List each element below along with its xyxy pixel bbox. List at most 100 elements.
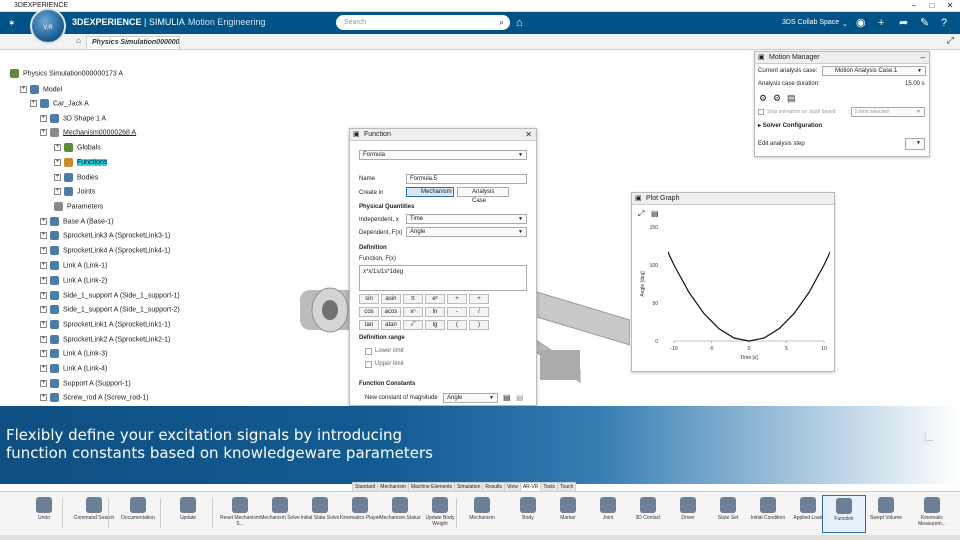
tree-node[interactable]: + SprocketLink2 A (SprocketLink2-1)	[40, 335, 170, 345]
tree-node[interactable]: + SprocketLink4 A (SprocketLink4-1)	[40, 246, 170, 256]
horizontal-scrollbar[interactable]	[0, 535, 960, 540]
expand-toggle-icon[interactable]: +	[40, 262, 47, 269]
tools-icon[interactable]: ✎	[920, 16, 929, 30]
tree-node[interactable]: + Screw_rod A (Screw_rod-1)	[40, 393, 149, 403]
tree-node[interactable]: + Globals	[54, 143, 101, 153]
search-input[interactable]: Search ⌕	[336, 15, 510, 30]
chevron-down-icon[interactable]: ⌄	[842, 18, 848, 32]
expand-toggle-icon[interactable]: +	[40, 247, 47, 254]
tool-swept-volume[interactable]: Swept Volume	[864, 495, 908, 533]
new-constant-select[interactable]: Angle ▼	[443, 393, 498, 403]
expand-toggle-icon[interactable]: +	[20, 86, 27, 93]
formula-key[interactable]: atan	[381, 320, 401, 330]
formula-key[interactable]: sin	[359, 294, 379, 304]
formula-key[interactable]: +	[447, 294, 467, 304]
tool-3d-contact[interactable]: 3D Contact	[626, 495, 670, 533]
expand-toggle-icon[interactable]: +	[54, 174, 61, 181]
lower-limit-checkbox[interactable]	[365, 348, 372, 355]
tree-node[interactable]: +3D Shape 1 A	[40, 114, 106, 124]
tree-node[interactable]: + Side_1_support A (Side_1_support-1)	[40, 291, 180, 301]
tool-update[interactable]: Update	[166, 495, 210, 533]
export-icon[interactable]: ▤	[787, 93, 796, 104]
tool-marker[interactable]: Marker	[546, 495, 590, 533]
formula-key[interactable]: (	[447, 320, 467, 330]
play-settings-icon[interactable]: ⚙	[759, 93, 767, 104]
expand-icon[interactable]: ⤢	[947, 35, 954, 46]
create-in-mechanism-button[interactable]: Mechanism	[406, 187, 454, 197]
formula-key[interactable]: asin	[381, 294, 401, 304]
export-chart-icon[interactable]: ▤	[651, 209, 659, 218]
tree-node[interactable]: + Support A (Support-1)	[40, 379, 131, 389]
tool-mechanism[interactable]: Mechanism	[460, 495, 504, 533]
stop-animation-select[interactable]: 5 item selected ▼	[851, 107, 925, 117]
tool-state-set[interactable]: State Set	[706, 495, 750, 533]
tree-node[interactable]: + Link A (Link-4)	[40, 364, 107, 374]
function-type-select[interactable]: Formula ▼	[359, 150, 527, 160]
formula-key[interactable]: )	[469, 320, 489, 330]
dependent-select[interactable]: Angle ▼	[406, 227, 527, 237]
expand-toggle-icon[interactable]: +	[54, 144, 61, 151]
expand-toggle-icon[interactable]: +	[40, 380, 47, 387]
analysis-case-select[interactable]: Motion Analysis Case.1 ▼	[822, 66, 926, 76]
formula-key[interactable]: xⁿ	[403, 307, 423, 317]
tree-node[interactable]: + Link A (Link-3)	[40, 349, 107, 359]
share-icon[interactable]: ➦	[899, 16, 908, 30]
tool-body[interactable]: Body	[506, 495, 550, 533]
formula-key[interactable]: -	[447, 307, 467, 317]
tool-documentation[interactable]: Documentation	[116, 495, 160, 533]
tool-function[interactable]: Function	[822, 495, 866, 533]
expand-toggle-icon[interactable]: +	[40, 321, 47, 328]
tab-physics-simulation[interactable]: Physics Simulation000000173	[86, 36, 180, 49]
expand-toggle-icon[interactable]: +	[40, 115, 47, 122]
expand-toggle-icon[interactable]: +	[40, 292, 47, 299]
tool-mechanism-status[interactable]: Mechanism Status	[378, 495, 422, 533]
function-formula-input[interactable]: x*x/1s/1s*1deg	[359, 265, 527, 291]
expand-toggle-icon[interactable]: +	[40, 350, 47, 357]
tree-node[interactable]: + Mechanism00000268 A	[40, 128, 136, 138]
function-panel-header[interactable]: ▣ Function ✕	[350, 129, 536, 141]
tool-initial-state-solve[interactable]: Initial State Solve	[298, 495, 342, 533]
maximize-icon[interactable]: □	[924, 0, 940, 12]
formula-key[interactable]: acos	[381, 307, 401, 317]
formula-key[interactable]: +	[469, 294, 489, 304]
minimize-icon[interactable]: –	[921, 52, 925, 64]
tool-command-search[interactable]: Command Search	[72, 495, 116, 533]
edit-analysis-step-button[interactable]: ▼	[905, 138, 925, 150]
tool-joint[interactable]: Joint	[586, 495, 630, 533]
tree-node[interactable]: + Joints	[54, 187, 95, 197]
tool-driver[interactable]: Driver	[666, 495, 710, 533]
expand-toggle-icon[interactable]: +	[40, 232, 47, 239]
formula-key[interactable]: eˣ	[425, 294, 445, 304]
tree-node[interactable]: Physics Simulation000000173 A	[10, 69, 123, 79]
tree-node[interactable]: + Car_Jack A	[30, 99, 89, 109]
tree-node[interactable]: + Bodies	[54, 173, 98, 183]
tree-node[interactable]: + Base A (Base-1)	[40, 217, 114, 227]
add-constant-icon[interactable]: ▤	[503, 393, 511, 402]
expand-toggle-icon[interactable]: +	[40, 218, 47, 225]
name-field[interactable]: Formula.5	[406, 174, 527, 184]
formula-key[interactable]: tan	[359, 320, 379, 330]
formula-key[interactable]: /	[469, 307, 489, 317]
stop-animation-checkbox[interactable]	[758, 109, 764, 115]
create-in-analysis-case-button[interactable]: Analysis Case	[457, 187, 509, 204]
formula-key[interactable]: √‾	[403, 320, 423, 330]
tree-node[interactable]: Parameters	[54, 202, 103, 212]
expand-toggle-icon[interactable]: +	[40, 129, 47, 136]
solver-configuration[interactable]: ▸ Solver Configuration	[758, 122, 822, 129]
formula-key[interactable]: cos	[359, 307, 379, 317]
remove-constant-icon[interactable]: ▤	[516, 393, 524, 402]
expand-toggle-icon[interactable]: +	[40, 394, 47, 401]
expand-toggle-icon[interactable]: +	[40, 277, 47, 284]
function-chart[interactable]: -10 -5 0 5 10050100150Time [s]Angle [deg]	[632, 219, 834, 371]
fit-all-icon[interactable]: ⤢	[638, 209, 644, 219]
add-icon[interactable]: +	[878, 16, 884, 30]
tree-node[interactable]: + Link A (Link-2)	[40, 276, 107, 286]
tree-node[interactable]: + SprocketLink1 A (SprocketLink1-1)	[40, 320, 170, 330]
independent-select[interactable]: Time ▼	[406, 214, 527, 224]
compass-widget[interactable]: V,R	[30, 8, 66, 44]
help-icon[interactable]: ?	[941, 16, 947, 30]
formula-key[interactable]: ln	[425, 307, 445, 317]
upper-limit-checkbox[interactable]	[365, 361, 372, 368]
tool-mechanism-solve[interactable]: Mechanism Solve	[258, 495, 302, 533]
close-icon[interactable]: ✕	[942, 0, 958, 12]
